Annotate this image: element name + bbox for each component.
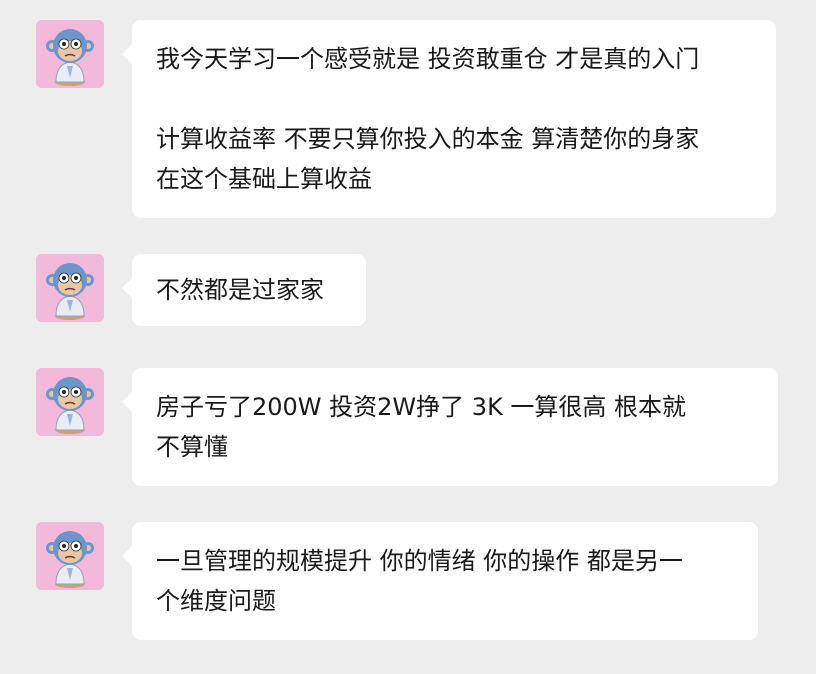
- message-text-line: 我今天学习一个感受就是 投资敢重仓 才是真的入门: [156, 45, 700, 73]
- monkey-avatar-icon: [36, 254, 104, 322]
- message-bubble[interactable]: 房子亏了200W 投资2W挣了 3K 一算很高 根本就 不算懂: [122, 368, 778, 486]
- message-text-line: 一旦管理的规模提升 你的情绪 你的操作 都是另一: [156, 547, 683, 575]
- message-text-line: [156, 79, 752, 119]
- message-text-line: 在这个基础上算收益: [156, 165, 372, 193]
- message-bubble[interactable]: 我今天学习一个感受就是 投资敢重仓 才是真的入门 计算收益率 不要只算你投入的本…: [122, 20, 776, 218]
- avatar[interactable]: [36, 20, 104, 88]
- avatar[interactable]: [36, 522, 104, 590]
- message-text-line: 计算收益率 不要只算你投入的本金 算清楚你的身家: [156, 125, 700, 153]
- monkey-avatar-icon: [36, 20, 104, 88]
- avatar[interactable]: [36, 254, 104, 322]
- message-text-line: 不算懂: [156, 433, 228, 461]
- message-bubble[interactable]: 不然都是过家家: [122, 254, 366, 326]
- monkey-avatar-icon: [36, 522, 104, 590]
- message-bubble[interactable]: 一旦管理的规模提升 你的情绪 你的操作 都是另一 个维度问题: [122, 522, 758, 640]
- message-text-line: 房子亏了200W 投资2W挣了 3K 一算很高 根本就: [156, 393, 687, 421]
- monkey-avatar-icon: [36, 368, 104, 436]
- message-text-line: 不然都是过家家: [156, 276, 324, 304]
- message-text-line: 个维度问题: [156, 587, 276, 615]
- avatar[interactable]: [36, 368, 104, 436]
